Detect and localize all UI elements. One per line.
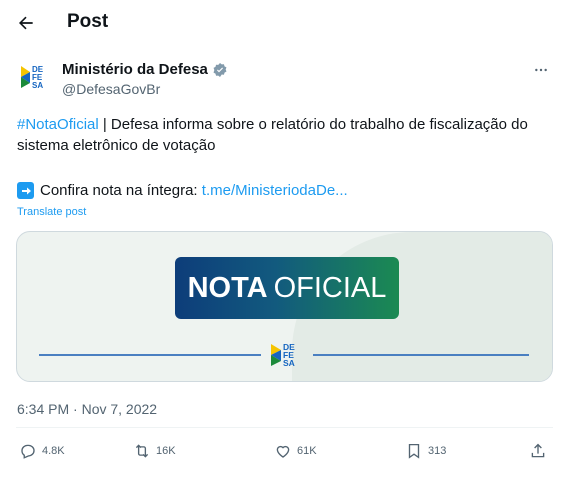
author-block: Ministério da Defesa @DefesaGovBr bbox=[62, 61, 228, 97]
back-button[interactable] bbox=[14, 11, 38, 35]
repost-button[interactable]: 16K bbox=[133, 442, 176, 460]
tweet-text: #NotaOficial | Defesa informa sobre o re… bbox=[17, 114, 552, 156]
bookmark-button[interactable]: 313 bbox=[405, 442, 446, 460]
repost-icon bbox=[135, 444, 149, 458]
divider bbox=[16, 427, 553, 428]
svg-text:SA: SA bbox=[283, 358, 295, 368]
reply-button[interactable]: 4.8K bbox=[19, 442, 65, 460]
like-icon bbox=[276, 445, 290, 458]
svg-text:SA: SA bbox=[32, 81, 43, 90]
author-name[interactable]: Ministério da Defesa bbox=[62, 61, 208, 78]
reply-count: 4.8K bbox=[42, 445, 65, 457]
page-title: Post bbox=[67, 11, 109, 32]
hashtag-link[interactable]: #NotaOficial bbox=[17, 116, 99, 133]
action-bar: 4.8K 16K 61K 313 bbox=[0, 442, 567, 470]
more-icon bbox=[535, 68, 547, 72]
reply-icon bbox=[21, 444, 35, 459]
tweet-link-line: Confira nota na íntegra: t.me/Ministerio… bbox=[17, 180, 348, 201]
share-button[interactable] bbox=[529, 442, 547, 460]
bookmark-count: 313 bbox=[428, 445, 447, 457]
defesa-card-logo: DE FE SA bbox=[271, 342, 295, 368]
telegram-link[interactable]: t.me/MinisteriodaDe... bbox=[202, 182, 348, 199]
author-handle[interactable]: @DefesaGovBr bbox=[62, 81, 228, 97]
nota-bold-text: NOTA bbox=[187, 271, 268, 304]
author-name-row[interactable]: Ministério da Defesa bbox=[62, 61, 228, 78]
arrow-right-icon bbox=[17, 182, 34, 199]
like-count: 61K bbox=[297, 445, 317, 457]
translate-post-link[interactable]: Translate post bbox=[17, 206, 86, 218]
link-prefix: Confira nota na íntegra: bbox=[40, 182, 202, 199]
card-divider-left bbox=[39, 354, 261, 356]
post-header: Post bbox=[0, 0, 567, 46]
share-icon bbox=[531, 443, 545, 458]
nota-light-text: OFICIAL bbox=[273, 271, 387, 304]
repost-count: 16K bbox=[156, 445, 176, 457]
media-card[interactable]: NOTA OFICIAL DE FE SA bbox=[16, 231, 553, 382]
post-timestamp[interactable]: 6:34 PM · Nov 7, 2022 bbox=[17, 401, 157, 417]
card-divider-right bbox=[313, 354, 529, 356]
bookmark-icon bbox=[408, 443, 420, 459]
defesa-logo: DE FE SA bbox=[21, 65, 44, 90]
more-button[interactable] bbox=[533, 62, 549, 83]
back-arrow-icon bbox=[19, 16, 33, 30]
verified-badge-icon bbox=[213, 62, 227, 77]
avatar[interactable]: DE FE SA bbox=[19, 62, 49, 92]
nota-oficial-banner: NOTA OFICIAL bbox=[175, 257, 399, 319]
like-button[interactable]: 61K bbox=[274, 442, 317, 460]
